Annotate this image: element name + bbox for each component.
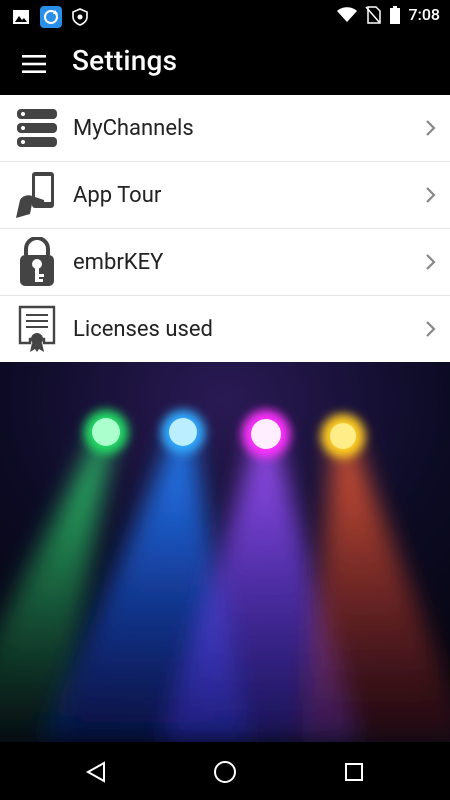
- sync-app-icon: [40, 6, 62, 28]
- hamburger-menu-button[interactable]: [14, 46, 54, 82]
- chevron-right-icon: [426, 321, 436, 337]
- settings-item-label: Licenses used: [73, 316, 213, 342]
- page-title: Settings: [72, 44, 178, 77]
- certificate-icon: [18, 305, 56, 352]
- settings-item-label: embrKEY: [73, 249, 164, 275]
- chevron-right-icon: [426, 187, 436, 203]
- hamburger-menu-icon: [22, 55, 46, 73]
- settings-item-label: MyChannels: [73, 115, 194, 141]
- hand-phone-icon: [16, 172, 54, 218]
- settings-item-mychannels[interactable]: MyChannels: [0, 95, 450, 162]
- image-icon: [13, 10, 29, 24]
- stage-lights-graphic: [0, 362, 450, 742]
- home-button[interactable]: [209, 756, 241, 788]
- back-button[interactable]: [80, 756, 112, 788]
- status-bar: 7:08: [0, 0, 450, 32]
- settings-list: MyChannels App Tour embrKEY Licenses use…: [0, 95, 450, 362]
- no-sim-icon: [364, 5, 381, 24]
- back-icon: [85, 761, 105, 783]
- chevron-right-icon: [426, 254, 436, 270]
- settings-item-embrkey[interactable]: embrKEY: [0, 229, 450, 296]
- app-bar: Settings: [0, 32, 450, 95]
- home-icon: [214, 761, 236, 783]
- settings-item-app-tour[interactable]: App Tour: [0, 162, 450, 229]
- server-stack-icon: [17, 109, 57, 147]
- chevron-right-icon: [426, 120, 436, 136]
- settings-item-label: App Tour: [73, 182, 162, 208]
- battery-icon: [389, 5, 400, 24]
- system-nav-bar: [0, 742, 450, 800]
- status-time: 7:08: [408, 5, 441, 24]
- stage-lights-image: [0, 362, 450, 742]
- wifi-icon: [336, 6, 357, 22]
- recents-icon: [345, 763, 363, 781]
- recents-button[interactable]: [338, 756, 370, 788]
- key-lock-icon: [20, 237, 54, 286]
- settings-item-licenses-used[interactable]: Licenses used: [0, 296, 450, 362]
- shield-icon: [72, 8, 88, 26]
